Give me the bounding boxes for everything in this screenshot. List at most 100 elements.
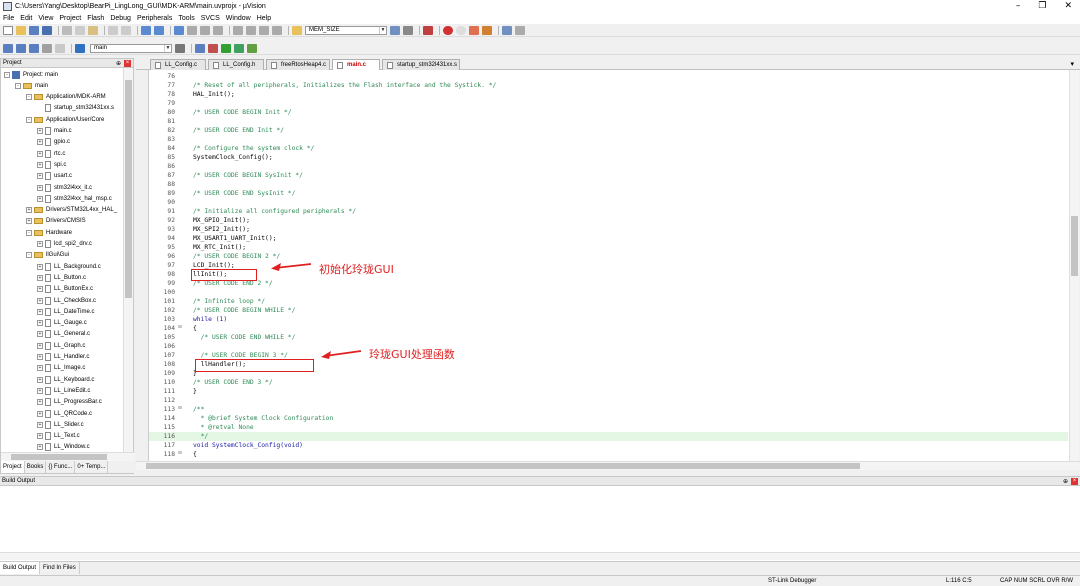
expand-icon[interactable]: + bbox=[26, 207, 32, 214]
manage-project-icon[interactable] bbox=[195, 43, 205, 53]
tree-item[interactable]: + stm32l4xx_it.c bbox=[37, 182, 92, 193]
fold-marker[interactable] bbox=[177, 91, 183, 97]
fold-marker[interactable] bbox=[177, 154, 183, 160]
unindent-icon[interactable] bbox=[246, 25, 256, 35]
paste-icon[interactable] bbox=[88, 25, 98, 35]
tree-item[interactable]: - Application/User/Core bbox=[26, 114, 104, 125]
expand-icon[interactable]: + bbox=[26, 218, 32, 225]
tree-item[interactable]: + LL_Graph.c bbox=[37, 340, 85, 351]
translate-icon[interactable] bbox=[3, 43, 13, 53]
fold-marker[interactable] bbox=[177, 433, 183, 439]
fold-marker[interactable] bbox=[177, 190, 183, 196]
collapse-icon[interactable]: - bbox=[26, 229, 32, 236]
fold-marker[interactable] bbox=[177, 280, 183, 286]
fold-marker[interactable] bbox=[177, 415, 183, 421]
expand-icon[interactable]: + bbox=[37, 263, 43, 270]
menu-item-debug[interactable]: Debug bbox=[110, 15, 131, 22]
fold-marker[interactable] bbox=[177, 361, 183, 367]
new-file-icon[interactable] bbox=[3, 25, 13, 35]
build-output-hscrollbar[interactable] bbox=[0, 552, 1080, 560]
nav-back-icon[interactable] bbox=[141, 25, 151, 35]
menu-item-svcs[interactable]: SVCS bbox=[201, 15, 220, 22]
tree-item[interactable]: + LL_Keyboard.c bbox=[37, 374, 94, 385]
editor-tab[interactable]: startup_stm32l431xx.s bbox=[382, 59, 460, 70]
fold-marker[interactable] bbox=[177, 235, 183, 241]
expand-icon[interactable]: + bbox=[37, 410, 43, 417]
fold-marker[interactable] bbox=[177, 316, 183, 322]
tree-item[interactable]: + Drivers/STM32L4xx_HAL_ bbox=[26, 205, 117, 216]
fold-marker[interactable] bbox=[177, 388, 183, 394]
expand-icon[interactable]: + bbox=[37, 354, 43, 360]
code-editor[interactable]: 76 77 /* Reset of all peripherals, Initial… bbox=[148, 70, 1079, 461]
tree-item[interactable]: + LL_Text.c bbox=[37, 431, 80, 442]
fold-marker[interactable] bbox=[177, 217, 183, 223]
manage-runtime-icon[interactable] bbox=[221, 43, 231, 53]
save-all-icon[interactable] bbox=[42, 25, 52, 35]
tree-item[interactable]: startup_stm32l431xx.s bbox=[37, 103, 114, 114]
expand-icon[interactable]: + bbox=[37, 320, 43, 327]
fold-marker[interactable] bbox=[177, 199, 183, 205]
fold-marker[interactable] bbox=[177, 262, 183, 268]
find-icon[interactable] bbox=[390, 25, 400, 35]
disable-breakpoint-icon[interactable] bbox=[456, 25, 466, 35]
fold-marker[interactable] bbox=[177, 307, 183, 313]
tree-item[interactable]: + usart.c bbox=[37, 171, 72, 182]
tree-item[interactable]: - Application/MDK-ARM bbox=[26, 92, 106, 103]
project-tree-hscrollbar[interactable] bbox=[1, 452, 135, 461]
tree-item[interactable]: - main bbox=[15, 80, 48, 91]
collapse-icon[interactable]: - bbox=[26, 252, 32, 259]
close-button[interactable]: ✕ bbox=[1064, 0, 1072, 12]
expand-icon[interactable]: + bbox=[37, 433, 43, 440]
tree-item[interactable]: + LL_QRCode.c bbox=[37, 408, 92, 419]
redo-icon[interactable] bbox=[121, 25, 131, 35]
fold-marker[interactable] bbox=[177, 226, 183, 232]
bookmark-icon[interactable] bbox=[174, 25, 184, 35]
pin-icon[interactable]: ⊕ bbox=[116, 60, 121, 67]
target-options-icon[interactable] bbox=[175, 43, 185, 53]
expand-icon[interactable]: + bbox=[37, 342, 43, 349]
expand-icon[interactable]: + bbox=[37, 365, 43, 372]
chevron-down-icon[interactable]: ▼ bbox=[164, 44, 171, 52]
fold-marker[interactable] bbox=[177, 109, 183, 115]
window-layout-icon[interactable] bbox=[502, 25, 512, 35]
kill-breakpoints-icon[interactable] bbox=[469, 25, 479, 35]
fold-marker[interactable] bbox=[177, 334, 183, 340]
tree-item[interactable]: + lcd_spi2_drv.c bbox=[37, 239, 92, 250]
indent-icon[interactable] bbox=[233, 25, 243, 35]
fold-marker[interactable] bbox=[177, 253, 183, 259]
expand-icon[interactable]: + bbox=[37, 308, 43, 315]
comment-icon[interactable] bbox=[259, 25, 269, 35]
clear-bookmarks-icon[interactable] bbox=[213, 25, 223, 35]
fold-marker[interactable] bbox=[177, 127, 183, 133]
fold-marker[interactable] bbox=[177, 271, 183, 277]
menu-item-project[interactable]: Project bbox=[59, 15, 81, 22]
tree-item[interactable]: - Project: main bbox=[4, 69, 58, 80]
fold-marker[interactable] bbox=[177, 244, 183, 250]
pane-tab[interactable]: Project bbox=[1, 461, 25, 473]
fold-marker[interactable]: ⊟ bbox=[177, 451, 183, 457]
tree-item[interactable]: + LL_DateTime.c bbox=[37, 306, 94, 317]
find-in-files-icon[interactable] bbox=[292, 25, 302, 35]
tree-item[interactable]: + gpio.c bbox=[37, 137, 70, 148]
expand-icon[interactable]: + bbox=[37, 387, 43, 394]
fold-marker[interactable] bbox=[177, 82, 183, 88]
editor-hscrollbar[interactable] bbox=[136, 461, 1080, 470]
pin-icon[interactable]: ⊕ bbox=[1063, 478, 1068, 485]
build-output-panel[interactable] bbox=[0, 486, 1080, 561]
menu-item-file[interactable]: File bbox=[3, 15, 14, 22]
fold-marker[interactable] bbox=[177, 370, 183, 376]
fold-marker[interactable] bbox=[177, 118, 183, 124]
tree-item[interactable]: + LL_Background.c bbox=[37, 261, 101, 272]
minimize-button[interactable]: – bbox=[1016, 0, 1021, 12]
undo-icon[interactable] bbox=[108, 25, 118, 35]
fold-marker[interactable] bbox=[177, 343, 183, 349]
expand-icon[interactable]: + bbox=[37, 444, 43, 451]
batch-build-icon[interactable] bbox=[42, 43, 52, 53]
build-icon[interactable] bbox=[16, 43, 26, 53]
tree-item[interactable]: + LL_Slider.c bbox=[37, 419, 84, 430]
fold-marker[interactable]: ⊟ bbox=[177, 406, 183, 412]
tree-item[interactable]: + stm32l4xx_hal_msp.c bbox=[37, 193, 112, 204]
menu-item-view[interactable]: View bbox=[38, 15, 53, 22]
project-tree-vscrollbar[interactable] bbox=[123, 68, 133, 452]
tree-item[interactable]: + spi.c bbox=[37, 159, 66, 170]
